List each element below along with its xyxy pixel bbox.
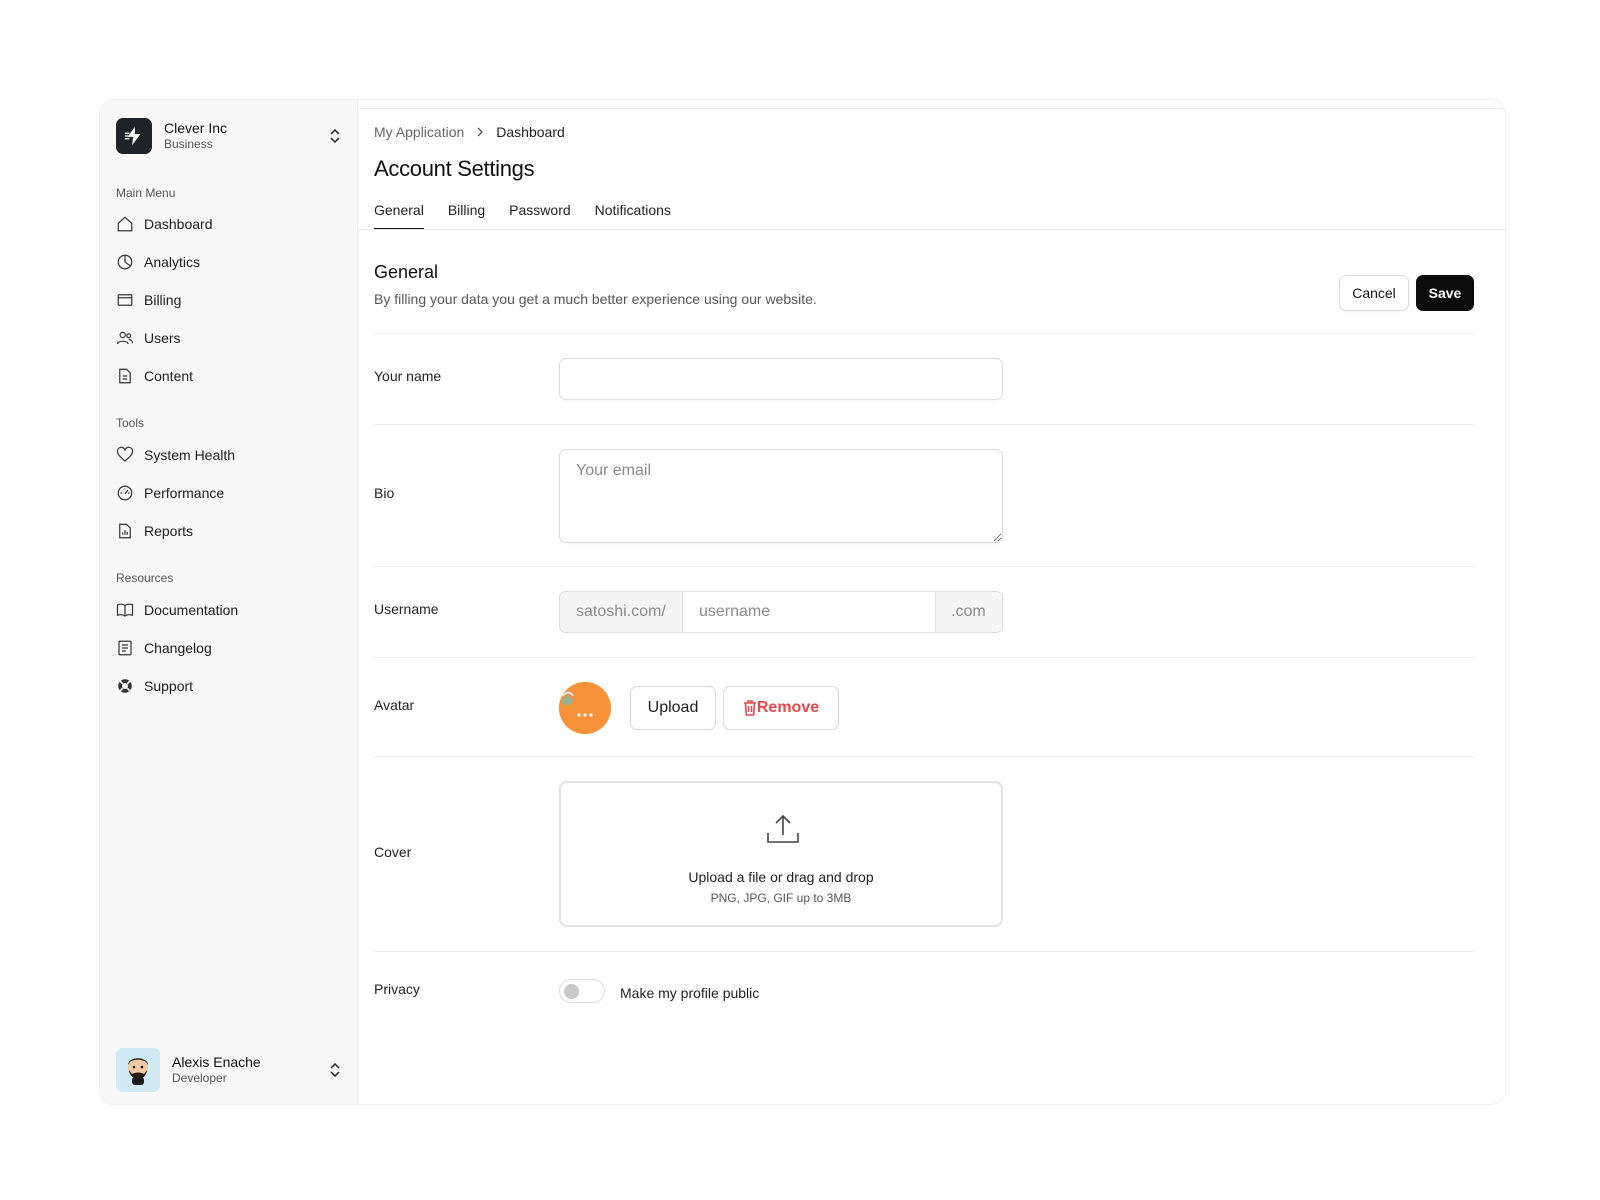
user-role: Developer [172,1071,227,1085]
sidebar-item-users[interactable]: Users [116,324,342,352]
avatar-label: Avatar [374,697,415,713]
book-icon [116,601,134,619]
tab-notifications[interactable]: Notifications [595,202,671,230]
username-suffix: .com [935,592,1002,632]
org-switcher[interactable]: Clever Inc Business [116,117,342,155]
avatar-preview [559,682,611,734]
sidebar-item-label: Documentation [144,602,239,618]
tabs-divider [358,229,1505,230]
sidebar-item-label: Changelog [144,640,212,656]
sidebar-item-label: Support [144,678,194,694]
settings-tabs: General Billing Password Notifications [374,202,695,230]
username-input-group: satoshi.com/ .com [559,591,1003,633]
chevron-right-icon [476,127,484,137]
main-content: My Application Dashboard Account Setting… [358,100,1505,1104]
sidebar-item-label: Analytics [144,254,201,270]
cover-dropzone[interactable]: Upload a file or drag and drop PNG, JPG,… [559,781,1003,927]
avatar [116,1048,160,1092]
section-description: By filling your data you get a much bett… [374,291,817,307]
dropzone-main-text: Upload a file or drag and drop [688,869,874,885]
sidebar-item-analytics[interactable]: Analytics [116,248,342,276]
bio-field[interactable] [559,449,1003,543]
breadcrumb-current: Dashboard [496,124,565,140]
chevron-updown-icon [328,1061,342,1079]
sidebar-item-content[interactable]: Content [116,362,342,390]
name-label: Your name [374,368,442,384]
divider [374,333,1474,334]
username-label: Username [374,601,439,617]
sidebar-item-changelog[interactable]: Changelog [116,634,342,662]
report-icon [116,522,134,540]
sidebar-item-system-health[interactable]: System Health [116,441,342,469]
users-icon [116,329,134,347]
name-field[interactable] [559,358,1003,400]
toggle-knob [564,984,579,999]
heart-icon [116,446,134,464]
sidebar-item-reports[interactable]: Reports [116,517,342,545]
chevron-updown-icon [328,127,342,145]
divider [374,756,1474,757]
sidebar-item-dashboard[interactable]: Dashboard [116,210,342,238]
sidebar-item-label: Users [144,330,181,346]
breadcrumb: My Application Dashboard [374,124,565,140]
dropzone-sub-text: PNG, JPG, GIF up to 3MB [710,891,852,905]
sidebar-item-support[interactable]: Support [116,672,342,700]
page-title: Account Settings [374,156,535,181]
breadcrumb-parent-link[interactable]: My Application [374,124,464,140]
cover-label: Cover [374,844,412,860]
upload-avatar-button[interactable]: Upload [630,686,716,730]
sidebar-item-label: Performance [144,485,225,501]
privacy-toggle-label: Make my profile public [620,985,760,1001]
save-button[interactable]: Save [1416,275,1474,311]
list-icon [116,639,134,657]
credit-card-icon [116,291,134,309]
divider [374,424,1474,425]
org-plan: Business [164,137,213,151]
sidebar-item-label: System Health [144,447,236,463]
tab-billing[interactable]: Billing [448,202,485,230]
bio-label: Bio [374,485,395,501]
section-label-resources: Resources [116,571,174,585]
user-name: Alexis Enache [172,1054,261,1070]
sidebar-item-label: Content [144,368,194,384]
remove-avatar-label: Remove [756,699,820,716]
org-name: Clever Inc [164,120,228,136]
tab-password[interactable]: Password [509,202,570,230]
sidebar-item-label: Dashboard [144,216,213,232]
privacy-toggle[interactable] [559,979,605,1003]
remove-avatar-button[interactable]: Remove [723,686,839,730]
username-field[interactable] [683,592,935,632]
section-label-tools: Tools [116,416,145,430]
sidebar-item-billing[interactable]: Billing [116,286,342,314]
sidebar-item-performance[interactable]: Performance [116,479,342,507]
trash-icon [743,700,756,716]
upload-icon [765,813,801,850]
home-icon [116,215,134,233]
username-prefix: satoshi.com/ [560,592,683,632]
user-switcher[interactable]: Alexis Enache Developer [116,1048,342,1092]
privacy-label: Privacy [374,981,420,997]
lifebuoy-icon [116,677,134,695]
sidebar-item-label: Reports [144,523,194,539]
section-label-main-menu: Main Menu [116,186,176,200]
sidebar: Clever Inc Business Main Menu Dashboard … [100,100,358,1104]
divider [374,657,1474,658]
bolt-icon [116,118,152,154]
divider [374,951,1474,952]
top-divider [358,108,1505,109]
sidebar-item-documentation[interactable]: Documentation [116,596,342,624]
document-icon [116,367,134,385]
app-window: Clever Inc Business Main Menu Dashboard … [100,100,1505,1104]
sidebar-item-label: Billing [144,292,182,308]
divider [374,566,1474,567]
pie-chart-icon [116,253,134,271]
cancel-button[interactable]: Cancel [1339,275,1409,311]
gauge-icon [116,484,134,502]
tab-general[interactable]: General [374,202,424,230]
section-title: General [374,262,439,282]
